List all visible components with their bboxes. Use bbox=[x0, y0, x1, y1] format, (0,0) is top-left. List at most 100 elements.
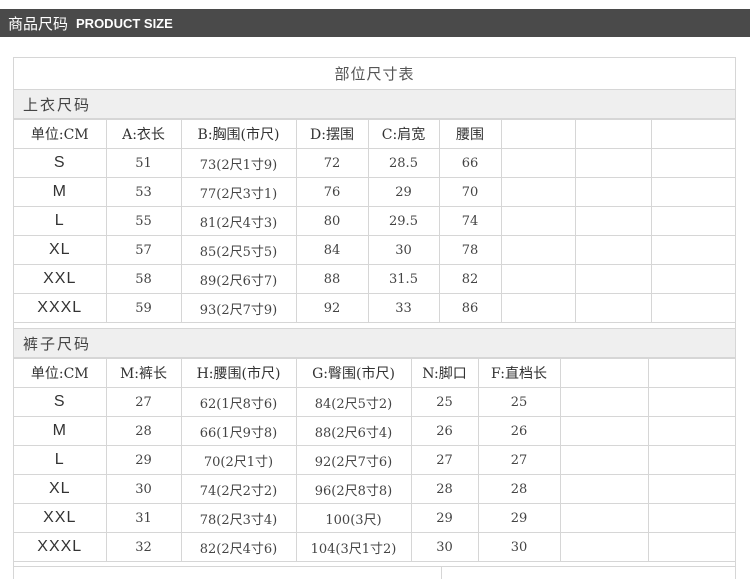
column-header bbox=[574, 119, 652, 149]
table-cell: 89(2尺6寸7) bbox=[180, 264, 297, 294]
size-label: S bbox=[14, 148, 107, 178]
table-cell: 31 bbox=[105, 503, 182, 533]
table-cell: 81(2尺4寸3) bbox=[180, 206, 297, 236]
table-cell: 51 bbox=[105, 148, 182, 178]
table-cell bbox=[647, 387, 735, 417]
section-header-title-cn: 商品尺码 bbox=[8, 14, 69, 33]
table-cell: 62(1尺8寸6) bbox=[180, 387, 297, 417]
table-cell: 78 bbox=[438, 235, 502, 265]
table-cell: 28 bbox=[105, 416, 182, 446]
table-cell: 27 bbox=[105, 387, 182, 417]
table-cell: 30 bbox=[410, 532, 479, 562]
size-label: XXL bbox=[14, 503, 107, 533]
table-cell bbox=[500, 264, 576, 294]
table-cell bbox=[500, 177, 576, 207]
table-cell: 86 bbox=[438, 293, 502, 323]
column-divider bbox=[441, 567, 442, 579]
column-header: 单位:CM bbox=[14, 119, 107, 149]
table-cell bbox=[500, 206, 576, 236]
table-cell bbox=[574, 235, 652, 265]
column-header: M:裤长 bbox=[105, 358, 182, 388]
size-chart: 部位尺寸表 上衣尺码 单位:CM A:衣长 B:胸围(市尺) D:摆围 C:肩宽 腰围 S 5… bbox=[13, 57, 736, 579]
table-cell: 70(2尺1寸) bbox=[180, 445, 297, 475]
table-row: XL 30 74(2尺2寸2) 96(2尺8寸8) 28 28 bbox=[14, 474, 735, 504]
table-cell bbox=[574, 264, 652, 294]
table-row: M 28 66(1尺9寸8) 88(2尺6寸4) 26 26 bbox=[14, 416, 735, 446]
table-cell bbox=[574, 206, 652, 236]
table-cell: 27 bbox=[477, 445, 561, 475]
table-row: S 27 62(1尺8寸6) 84(2尺5寸2) 25 25 bbox=[14, 387, 735, 417]
column-header: D:摆围 bbox=[295, 119, 369, 149]
table-cell: 82(2尺4寸6) bbox=[180, 532, 297, 562]
table-row: M 53 77(2尺3寸1) 76 29 70 bbox=[14, 177, 735, 207]
table-row: XXL 31 78(2尺3寸4) 100(3尺) 29 29 bbox=[14, 503, 735, 533]
table-cell bbox=[647, 445, 735, 475]
size-label: XL bbox=[14, 235, 107, 265]
section-header: 商品尺码 PRODUCT SIZE bbox=[0, 9, 750, 37]
table-cell: 25 bbox=[410, 387, 479, 417]
column-header: 腰围 bbox=[438, 119, 502, 149]
table-cell: 29 bbox=[367, 177, 440, 207]
size-chart-title: 部位尺寸表 bbox=[334, 65, 415, 83]
column-header: H:腰围(市尺) bbox=[180, 358, 297, 388]
table-row: XXXL 32 82(2尺4寸6) 104(3尺1寸2) 30 30 bbox=[14, 532, 735, 562]
column-header: B:胸围(市尺) bbox=[180, 119, 297, 149]
table-cell bbox=[574, 148, 652, 178]
table-cell: 92 bbox=[295, 293, 369, 323]
table-cell: 57 bbox=[105, 235, 182, 265]
table-cell: 27 bbox=[410, 445, 479, 475]
table-cell: 76 bbox=[295, 177, 369, 207]
table-cell bbox=[559, 445, 649, 475]
table-cell: 96(2尺8寸8) bbox=[295, 474, 412, 504]
column-header: A:衣长 bbox=[105, 119, 182, 149]
table-cell: 66(1尺9寸8) bbox=[180, 416, 297, 446]
table-cell: 29 bbox=[410, 503, 479, 533]
table-row: XXL 58 89(2尺6寸7) 88 31.5 82 bbox=[14, 264, 735, 294]
table-cell: 29 bbox=[105, 445, 182, 475]
size-label: M bbox=[14, 177, 107, 207]
table-header-row: 单位:CM M:裤长 H:腰围(市尺) G:臀围(市尺) N:脚口 F:直档长 bbox=[14, 358, 735, 388]
table-cell bbox=[500, 293, 576, 323]
table-cell: 53 bbox=[105, 177, 182, 207]
table-cell: 88 bbox=[295, 264, 369, 294]
size-label: L bbox=[14, 445, 107, 475]
table-cell bbox=[650, 235, 735, 265]
size-label: S bbox=[14, 387, 107, 417]
table-cell bbox=[574, 177, 652, 207]
table-header-row: 单位:CM A:衣长 B:胸围(市尺) D:摆围 C:肩宽 腰围 bbox=[14, 119, 735, 149]
column-header: G:臀围(市尺) bbox=[295, 358, 412, 388]
table-cell bbox=[559, 503, 649, 533]
table-bottom-border bbox=[14, 566, 735, 579]
table-cell: 70 bbox=[438, 177, 502, 207]
table-cell bbox=[559, 387, 649, 417]
table-cell: 31.5 bbox=[367, 264, 440, 294]
table-cell bbox=[559, 474, 649, 504]
table-cell bbox=[647, 532, 735, 562]
column-header bbox=[647, 358, 735, 388]
table-cell: 100(3尺) bbox=[295, 503, 412, 533]
table-cell: 33 bbox=[367, 293, 440, 323]
table-row: XXXL 59 93(2尺7寸9) 92 33 86 bbox=[14, 293, 735, 323]
table-cell: 30 bbox=[367, 235, 440, 265]
table-cell: 104(3尺1寸2) bbox=[295, 532, 412, 562]
table-cell: 28.5 bbox=[367, 148, 440, 178]
size-label: XXXL bbox=[14, 293, 107, 323]
table-cell: 74(2尺2寸2) bbox=[180, 474, 297, 504]
table-cell: 26 bbox=[410, 416, 479, 446]
table-cell: 29.5 bbox=[367, 206, 440, 236]
column-header bbox=[650, 119, 735, 149]
table-cell: 29 bbox=[477, 503, 561, 533]
table-cell bbox=[647, 416, 735, 446]
top-section-label: 上衣尺码 bbox=[14, 89, 735, 119]
table-cell: 26 bbox=[477, 416, 561, 446]
size-label: XXXL bbox=[14, 532, 107, 562]
table-cell bbox=[650, 148, 735, 178]
table-cell bbox=[647, 474, 735, 504]
table-cell: 93(2尺7寸9) bbox=[180, 293, 297, 323]
table-cell: 28 bbox=[410, 474, 479, 504]
table-cell: 32 bbox=[105, 532, 182, 562]
table-cell bbox=[500, 148, 576, 178]
table-cell: 78(2尺3寸4) bbox=[180, 503, 297, 533]
table-cell: 25 bbox=[477, 387, 561, 417]
table-cell bbox=[559, 532, 649, 562]
